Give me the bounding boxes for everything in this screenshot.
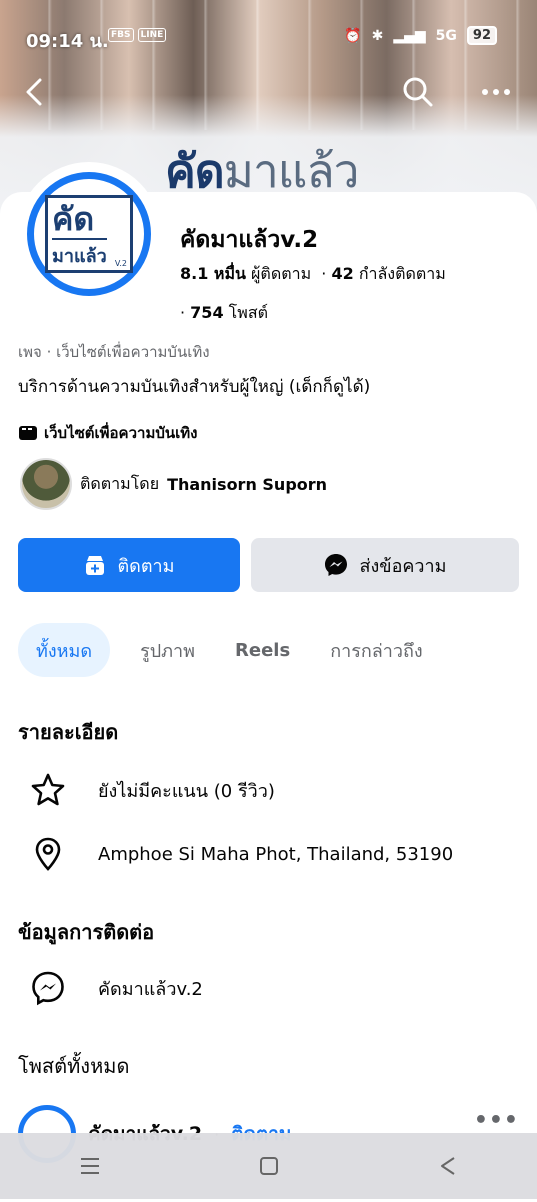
home-button[interactable]: [239, 1146, 299, 1186]
messenger-contact-text: คัดมาแล้วv.2: [98, 978, 203, 1000]
system-icons: ⏰ ✱ ▂▄▆ 5G 92: [344, 26, 497, 45]
back-button[interactable]: [14, 72, 54, 112]
nav-back-icon: [440, 1157, 455, 1175]
more-icon: [482, 89, 510, 95]
follower-stats[interactable]: 8.1 หมื่น ผู้ติดตาม · 42 กำลังติดตาม: [180, 262, 446, 287]
search-button[interactable]: [398, 72, 438, 112]
followed-by[interactable]: ติดตามโดย Thanisorn Suporn: [20, 458, 327, 510]
more-options-button[interactable]: [476, 72, 516, 112]
page-title: คัดมาแล้วv.2: [180, 227, 319, 253]
profile-tabs: ทั้งหมด รูปภาพ Reels การกล่าวถึง: [18, 623, 441, 677]
page-bio: บริการด้านความบันเทิงสำหรับผู้ใหญ่ (เด็ก…: [18, 377, 371, 397]
contact-heading: ข้อมูลการติดต่อ: [18, 920, 155, 944]
tab-photos[interactable]: รูปภาพ: [122, 623, 213, 677]
battery-icon: 92: [466, 26, 497, 45]
bluetooth-icon: ✱: [371, 27, 384, 44]
recent-apps-icon: [80, 1158, 99, 1174]
notification-icons: FBS LINE: [108, 28, 170, 42]
details-heading: รายละเอียด: [18, 720, 119, 744]
video-clapper-icon: [19, 426, 37, 440]
profile-avatar[interactable]: คัด มาแล้ว V.2: [20, 165, 158, 303]
system-nav-bar: [0, 1133, 537, 1199]
post-more-icon[interactable]: •••: [474, 1108, 519, 1133]
home-icon: [259, 1157, 278, 1175]
fbs-notification-icon: FBS: [108, 28, 134, 42]
post-count: · 754 โพสต์: [180, 303, 268, 322]
messenger-icon: [325, 554, 348, 576]
all-posts-heading: โพสต์ทั้งหมด: [18, 1054, 130, 1078]
location-pin-icon: [35, 837, 61, 871]
status-time: 09:14 น.: [26, 31, 109, 52]
tab-mentions[interactable]: การกล่าวถึง: [312, 623, 441, 677]
nav-back-button[interactable]: [418, 1146, 478, 1186]
rating-row[interactable]: ยังไม่มีคะแนน (0 รีวิว): [28, 770, 275, 810]
follower-avatar: [20, 458, 72, 510]
tab-reels[interactable]: Reels: [217, 623, 308, 677]
messenger-icon: [32, 971, 64, 1006]
follow-page-icon: [86, 556, 105, 575]
rating-text: ยังไม่มีคะแนน (0 รีวิว): [98, 780, 275, 802]
back-arrow-icon: [26, 78, 42, 106]
star-icon: [31, 773, 65, 806]
line-notification-icon: LINE: [137, 28, 167, 42]
avatar-logo: คัด มาแล้ว V.2: [45, 195, 133, 273]
tab-all[interactable]: ทั้งหมด: [18, 623, 111, 677]
search-icon: [403, 77, 433, 107]
follow-button[interactable]: ติดตาม: [18, 538, 240, 592]
alarm-icon: ⏰: [344, 27, 362, 44]
messenger-contact-row[interactable]: คัดมาแล้วv.2: [28, 968, 203, 1008]
recent-apps-button[interactable]: [60, 1146, 120, 1186]
website-link[interactable]: เว็บไซต์เพื่อความบันเทิง: [18, 421, 197, 445]
location-row[interactable]: Amphoe Si Maha Phot, Thailand, 53190: [28, 834, 453, 874]
signal-icon: ▂▄▆: [393, 27, 426, 44]
network-type: 5G: [435, 27, 457, 44]
status-bar: 09:14 น. FBS LINE ⏰ ✱ ▂▄▆ 5G 92: [0, 20, 537, 52]
message-button[interactable]: ส่งข้อความ: [251, 538, 519, 592]
page-category: เพจ · เว็บไซต์เพื่อความบันเทิง: [18, 343, 210, 361]
location-text: Amphoe Si Maha Phot, Thailand, 53190: [98, 843, 454, 865]
